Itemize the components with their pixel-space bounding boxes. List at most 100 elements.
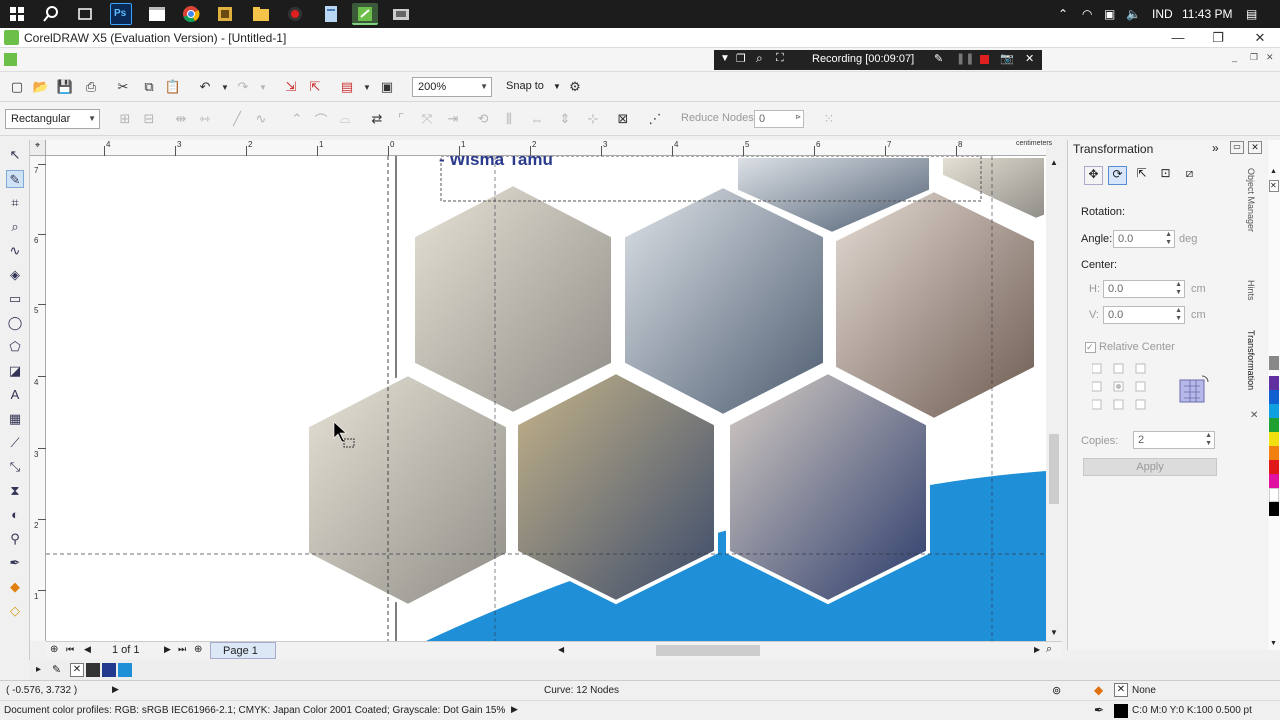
rec-stop-icon[interactable] bbox=[980, 55, 989, 64]
center-h-input[interactable]: 0.0 ▲ ▼ bbox=[1103, 280, 1185, 298]
undo-dropdown-icon[interactable]: ▼ bbox=[216, 78, 234, 96]
application-launcher-icon[interactable]: ▤ bbox=[338, 78, 356, 96]
palette-swatch-black[interactable] bbox=[1269, 502, 1279, 516]
paste-icon[interactable]: 📋 bbox=[164, 78, 182, 96]
horizontal-ruler[interactable]: 4 3 2 1 0 1 2 3 4 5 6 7 8 centimeters bbox=[46, 140, 1052, 156]
vertical-scrollbar-track[interactable]: ▲ ▼ bbox=[1046, 156, 1062, 641]
add-node-icon[interactable]: ⊞ bbox=[116, 110, 134, 128]
delete-node-icon[interactable]: ⊟ bbox=[140, 110, 158, 128]
dimension-tool-icon[interactable]: ⟋ bbox=[6, 434, 24, 452]
rec-pen-icon[interactable]: ✎ bbox=[934, 52, 943, 65]
drawing-canvas[interactable]: - Wisma Tamu bbox=[46, 156, 1046, 641]
document-icon[interactable] bbox=[4, 53, 17, 66]
close-window-button[interactable]: ✕ bbox=[1240, 28, 1280, 48]
copies-input[interactable]: 2 ▲ ▼ bbox=[1133, 431, 1215, 449]
node-marquee-icon[interactable]: ⋰ bbox=[646, 110, 664, 128]
app-icon-gray[interactable] bbox=[390, 3, 412, 25]
zoom-tool-icon[interactable]: ⌕ bbox=[6, 218, 24, 236]
select-all-nodes-icon[interactable]: ⊠ bbox=[614, 110, 632, 128]
fill-none-swatch[interactable]: ✕ bbox=[1114, 683, 1128, 697]
rec-camera-icon[interactable]: 📷 bbox=[1000, 52, 1014, 65]
interactive-fill-icon[interactable]: ◇ bbox=[6, 602, 24, 620]
welcome-screen-icon[interactable]: ▣ bbox=[378, 78, 396, 96]
task-view-icon[interactable] bbox=[74, 3, 96, 25]
language-indicator[interactable]: IND bbox=[1152, 0, 1173, 28]
angle-input[interactable]: 0.0 ▲ ▼ bbox=[1113, 230, 1175, 248]
open-icon[interactable]: 📂 bbox=[32, 78, 50, 96]
palette-swatch-purple[interactable] bbox=[1269, 376, 1279, 390]
palette-swatch-none[interactable]: ✕ bbox=[1269, 180, 1279, 192]
coreldraw-taskbar-icon[interactable] bbox=[352, 3, 378, 25]
palette-swatch-white[interactable] bbox=[1269, 488, 1279, 502]
rec-zoom-icon[interactable]: ⌕ bbox=[756, 51, 763, 66]
video-editor-icon[interactable] bbox=[146, 3, 168, 25]
network-icon[interactable]: ▣ bbox=[1104, 0, 1115, 28]
selection-mode-select[interactable]: Rectangular ▼ bbox=[5, 109, 100, 129]
rec-close-icon[interactable]: ✕ bbox=[1025, 52, 1034, 65]
snap-to-button[interactable]: Snap to ▼ bbox=[506, 80, 561, 92]
palette-scroll-down-icon[interactable]: ▼ bbox=[1270, 640, 1277, 647]
tab-transformation[interactable]: Transformation bbox=[1246, 330, 1256, 390]
rotate-mode-icon[interactable]: ⟳ bbox=[1108, 166, 1127, 185]
symmetric-node-icon[interactable]: ⌓ bbox=[336, 110, 354, 128]
stretch-nodes-icon[interactable]: ⇥ bbox=[444, 110, 462, 128]
zoom-level-select[interactable]: 200% ▼ bbox=[412, 77, 492, 97]
horizontal-scroll-thumb[interactable] bbox=[656, 645, 760, 656]
outline-color-swatch[interactable] bbox=[1114, 704, 1128, 718]
ruler-origin[interactable]: ⌖ bbox=[30, 140, 46, 156]
smooth-node-icon[interactable]: ⌒ bbox=[312, 110, 330, 128]
vertical-ruler[interactable]: 7 6 5 4 3 2 1 bbox=[30, 156, 46, 641]
ellipse-tool-icon[interactable]: ◯ bbox=[6, 314, 24, 332]
hexagon-photo-patient-care[interactable] bbox=[514, 369, 718, 605]
reflect-v-icon[interactable]: ⇕ bbox=[556, 110, 574, 128]
rec-pause-icon[interactable]: ❚❚ bbox=[956, 52, 974, 65]
skew-mode-icon[interactable]: ⧄ bbox=[1180, 166, 1199, 185]
scroll-up-icon[interactable]: ▲ bbox=[1050, 158, 1058, 167]
palette-swatch-cyan[interactable] bbox=[1269, 404, 1279, 418]
swatch-none[interactable]: ✕ bbox=[70, 663, 84, 677]
launcher-dropdown-icon[interactable]: ▼ bbox=[358, 78, 376, 96]
apply-button[interactable]: Apply bbox=[1083, 458, 1217, 476]
windows-start-icon[interactable] bbox=[6, 3, 28, 25]
rectangle-tool-icon[interactable]: ▭ bbox=[6, 290, 24, 308]
copy-icon[interactable]: ⧉ bbox=[140, 78, 158, 96]
fill-tool-icon[interactable]: ◆ bbox=[6, 578, 24, 596]
fill-bucket-icon[interactable]: ◆ bbox=[1094, 683, 1103, 697]
rec-window-icon[interactable]: ❐ bbox=[736, 52, 746, 65]
vertical-scroll-thumb[interactable] bbox=[1049, 434, 1059, 504]
text-tool-icon[interactable]: A bbox=[6, 386, 24, 404]
center-v-input[interactable]: 0.0 ▲ ▼ bbox=[1103, 306, 1185, 324]
to-line-icon[interactable]: ╱ bbox=[228, 110, 246, 128]
notification-icon[interactable]: ▤ bbox=[1246, 0, 1257, 28]
blend-tool-icon[interactable]: ⧗ bbox=[6, 482, 24, 500]
chrome-icon[interactable] bbox=[180, 3, 202, 25]
align-nodes-icon[interactable]: ⫼ bbox=[500, 110, 518, 128]
palette-swatch-gray[interactable] bbox=[1269, 356, 1279, 370]
freehand-tool-icon[interactable]: ∿ bbox=[6, 242, 24, 260]
save-icon[interactable]: 💾 bbox=[56, 78, 74, 96]
color-profiles-text[interactable]: Document color profiles: RGB: sRGB IEC61… bbox=[4, 705, 505, 716]
tab-object-manager[interactable]: Object Manager bbox=[1246, 168, 1256, 232]
volume-icon[interactable]: 🔈 bbox=[1126, 0, 1141, 28]
add-page-before-icon[interactable]: ⊕ bbox=[50, 644, 58, 655]
print-icon[interactable]: ⎙ bbox=[82, 78, 100, 96]
add-page-after-icon[interactable]: ⊕ bbox=[194, 644, 202, 655]
join-nodes-icon[interactable]: ⇹ bbox=[172, 110, 190, 128]
profiles-expand-icon[interactable]: ▶ bbox=[511, 704, 518, 715]
scale-mirror-icon[interactable]: ⇱ bbox=[1132, 166, 1151, 185]
clock[interactable]: 11:43 PM bbox=[1182, 0, 1232, 28]
cusp-node-icon[interactable]: ⌃ bbox=[288, 110, 306, 128]
document-palette-menu-icon[interactable]: ▸ bbox=[36, 664, 41, 675]
minimize-button[interactable]: — bbox=[1158, 28, 1198, 48]
outline-pen-icon[interactable]: ✒ bbox=[1094, 703, 1104, 717]
docker-expand-icon[interactable]: » bbox=[1212, 141, 1219, 155]
palette-swatch-green[interactable] bbox=[1269, 418, 1279, 432]
reflect-h-icon[interactable]: ⇔ bbox=[528, 110, 546, 128]
options-icon[interactable]: ⚙ bbox=[566, 78, 584, 96]
app-icon-yellow[interactable] bbox=[214, 3, 236, 25]
palette-swatch-red[interactable] bbox=[1269, 460, 1279, 474]
table-tool-icon[interactable]: ▦ bbox=[6, 410, 24, 428]
record-app-icon[interactable] bbox=[284, 3, 306, 25]
tray-chevron-icon[interactable]: ⌃ bbox=[1058, 0, 1068, 28]
import-icon[interactable]: ⇲ bbox=[282, 78, 300, 96]
